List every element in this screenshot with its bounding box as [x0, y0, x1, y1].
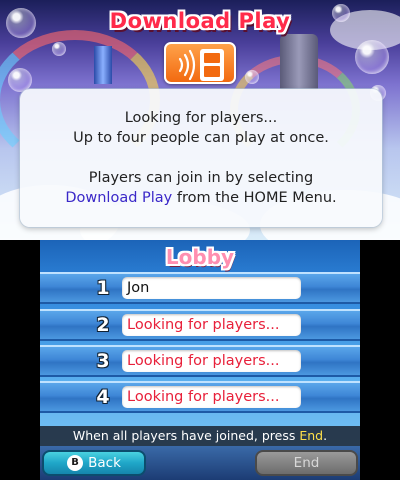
lobby-title: Lobby — [165, 245, 235, 269]
info-panel: Looking for players... Up to four people… — [20, 89, 382, 227]
back-button[interactable]: B Back — [42, 450, 146, 476]
player-name-field: Jon — [122, 277, 301, 299]
lobby-panel: Lobby 1 Jon 2 Looking for players... 3 L… — [40, 240, 360, 480]
bubble-decoration — [52, 42, 66, 56]
bubble-decoration — [245, 70, 259, 84]
player-slot-1: 1 Jon — [40, 272, 360, 304]
player-slot-2: 2 Looking for players... — [40, 309, 360, 341]
download-play-icon — [164, 42, 236, 84]
top-screen: Download Play Looking for players... Up … — [0, 0, 400, 240]
download-play-keyword: Download Play — [65, 190, 173, 206]
instruction-text: When all players have joined, press — [72, 428, 300, 443]
bottom-screen: Lobby 1 Jon 2 Looking for players... 3 L… — [0, 240, 400, 480]
button-bar: B Back End — [40, 446, 360, 480]
player-limit-message: Up to four people can play at once. — [73, 130, 329, 146]
end-button[interactable]: End — [255, 450, 358, 476]
slot-number: 2 — [96, 314, 110, 336]
castle-tower-decoration — [280, 34, 318, 90]
tower-decoration — [94, 46, 112, 84]
instruction-bar: When all players have joined, press End. — [40, 426, 360, 446]
slot-number: 1 — [96, 277, 110, 299]
home-menu-text: from the HOME Menu. — [172, 190, 337, 206]
player-name-field: Looking for players... — [122, 314, 301, 336]
back-button-label: Back — [88, 455, 121, 471]
end-keyword: End — [299, 428, 324, 443]
b-button-icon: B — [67, 455, 84, 471]
instruction-period: . — [323, 428, 328, 443]
status-message: Looking for players... — [124, 110, 278, 126]
player-slot-4: 4 Looking for players... — [40, 381, 360, 413]
player-name-field: Looking for players... — [122, 350, 301, 372]
bubble-decoration — [6, 8, 36, 38]
join-instructions-line2: Download Play from the HOME Menu. — [65, 188, 336, 208]
bubble-decoration — [332, 4, 350, 22]
bubble-decoration — [355, 40, 389, 74]
slot-number: 3 — [96, 350, 110, 372]
slot-number: 4 — [96, 386, 110, 408]
title-banner: Download Play — [109, 9, 291, 33]
player-name-field: Looking for players... — [122, 386, 301, 408]
join-instructions: Players can join in by selecting — [88, 170, 314, 186]
player-slot-3: 3 Looking for players... — [40, 345, 360, 377]
